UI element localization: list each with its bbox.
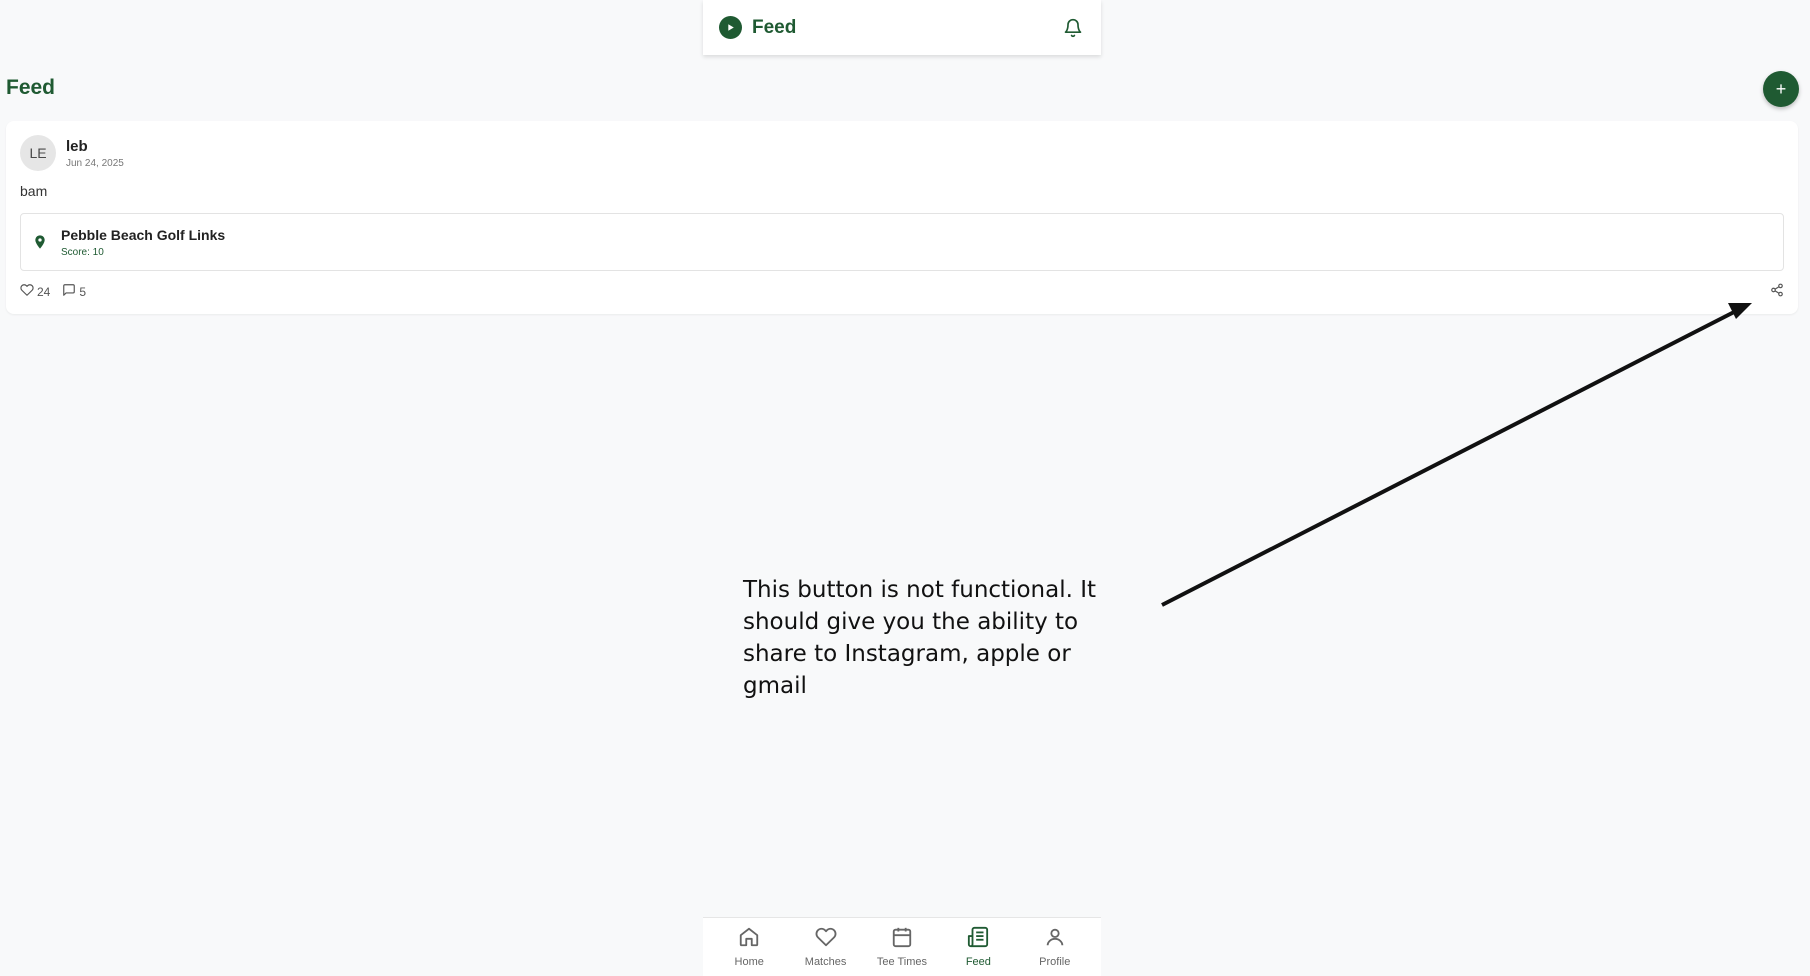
page-title: Feed [6,76,56,99]
bell-icon[interactable] [1061,16,1085,40]
nav-label: Home [734,956,764,968]
nav-label: Tee Times [876,956,928,968]
app-screen: Feed Feed + LE leb Jun 24, 2025 bam Pebb… [0,0,1810,976]
user-icon [1044,926,1066,953]
home-icon [738,926,760,953]
course-score: Score: 10 [61,247,104,258]
nav-profile[interactable]: Profile [1025,926,1085,968]
post-body: bam [20,183,48,199]
heart-icon [20,283,34,300]
post-actions: 24 5 [20,283,86,300]
calendar-icon [891,926,913,953]
post-date: Jun 24, 2025 [66,158,124,169]
add-post-button[interactable]: + [1763,71,1799,107]
nav-label: Matches [804,956,847,968]
nav-label: Profile [1039,956,1071,968]
location-pin-icon [32,233,48,251]
avatar[interactable]: LE [20,135,56,171]
share-icon[interactable] [1770,283,1786,299]
post-author[interactable]: leb [66,138,88,155]
nav-label: Feed [965,956,991,968]
comment-count: 5 [79,284,87,299]
annotation-text: This button is not functional. It should… [743,577,1097,699]
like-count: 24 [37,284,51,299]
heart-icon [815,926,837,953]
comment-icon [62,283,76,300]
top-header: Feed [703,0,1101,55]
comment-button[interactable]: 5 [62,283,86,300]
nav-home[interactable]: Home [719,926,779,968]
nav-matches[interactable]: Matches [796,926,856,968]
post-card: LE leb Jun 24, 2025 bam Pebble Beach Gol… [6,121,1798,314]
header-title: Feed [752,16,797,38]
course-card[interactable]: Pebble Beach Golf Links Score: 10 [20,213,1784,271]
bottom-nav: Home Matches Tee Times Feed Profile [703,917,1101,976]
play-circle-icon [719,16,742,39]
course-name: Pebble Beach Golf Links [61,227,226,243]
nav-feed[interactable]: Feed [948,926,1008,968]
nav-tee-times[interactable]: Tee Times [872,926,932,968]
newspaper-icon [967,926,989,953]
like-button[interactable]: 24 [20,283,50,300]
